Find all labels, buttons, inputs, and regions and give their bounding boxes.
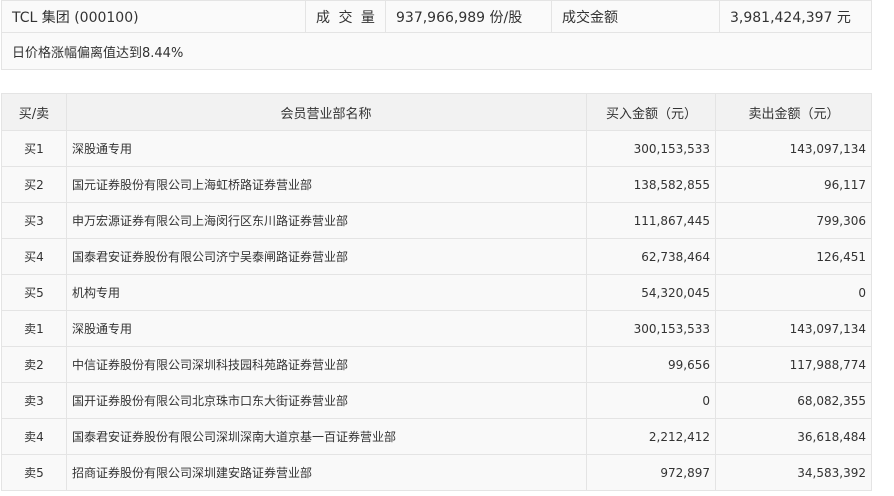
table-row: 卖1 深股通专用 300,153,533 143,097,134 — [1, 310, 872, 347]
row-broker-name: 深股通专用 — [66, 130, 587, 167]
row-broker-name: 国泰君安证券股份有限公司深圳深南大道京基一百证券营业部 — [66, 418, 587, 455]
volume-value: 937,966,989 份/股 — [385, 0, 552, 33]
volume-label: 成 交 量 — [305, 0, 386, 33]
row-buy-amount: 62,738,464 — [586, 238, 716, 275]
row-buy-amount: 972,897 — [586, 454, 716, 491]
row-broker-name: 机构专用 — [66, 274, 587, 311]
table-row: 卖4 国泰君安证券股份有限公司深圳深南大道京基一百证券营业部 2,212,412… — [1, 418, 872, 455]
header-side: 买/卖 — [1, 93, 67, 131]
row-side: 买2 — [1, 166, 67, 203]
table-row: 卖5 招商证券股份有限公司深圳建安路证券营业部 972,897 34,583,3… — [1, 454, 872, 491]
row-side: 买4 — [1, 238, 67, 275]
row-side: 卖2 — [1, 346, 67, 383]
row-sell-amount: 68,082,355 — [715, 382, 872, 419]
row-sell-amount: 117,988,774 — [715, 346, 872, 383]
row-broker-name: 国开证券股份有限公司北京珠市口东大街证券营业部 — [66, 382, 587, 419]
row-broker-name: 申万宏源证券有限公司上海闵行区东川路证券营业部 — [66, 202, 587, 239]
row-sell-amount: 0 — [715, 274, 872, 311]
amount-label: 成交金额 — [551, 0, 720, 33]
header-broker-name: 会员营业部名称 — [66, 93, 587, 131]
reason-row: 日价格涨幅偏离值达到8.44% — [1, 32, 872, 70]
row-buy-amount: 99,656 — [586, 346, 716, 383]
table-row: 买5 机构专用 54,320,045 0 — [1, 274, 872, 311]
row-broker-name: 中信证券股份有限公司深圳科技园科苑路证券营业部 — [66, 346, 587, 383]
lhb-page: TCL 集团 (000100) 成 交 量 937,966,989 份/股 成交… — [0, 0, 894, 496]
row-buy-amount: 300,153,533 — [586, 130, 716, 167]
row-buy-amount: 111,867,445 — [586, 202, 716, 239]
table-row: 卖3 国开证券股份有限公司北京珠市口东大街证券营业部 0 68,082,355 — [1, 382, 872, 419]
broker-table: 买/卖 会员营业部名称 买入金额（元） 卖出金额（元） 买1 深股通专用 300… — [1, 93, 872, 491]
trade-summary: TCL 集团 (000100) 成 交 量 937,966,989 份/股 成交… — [1, 0, 872, 70]
table-row: 买1 深股通专用 300,153,533 143,097,134 — [1, 130, 872, 167]
row-sell-amount: 34,583,392 — [715, 454, 872, 491]
row-buy-amount: 2,212,412 — [586, 418, 716, 455]
row-sell-amount: 96,117 — [715, 166, 872, 203]
row-sell-amount: 36,618,484 — [715, 418, 872, 455]
row-sell-amount: 143,097,134 — [715, 310, 872, 347]
row-buy-amount: 300,153,533 — [586, 310, 716, 347]
row-side: 卖1 — [1, 310, 67, 347]
row-side: 买5 — [1, 274, 67, 311]
row-broker-name: 国元证券股份有限公司上海虹桥路证券营业部 — [66, 166, 587, 203]
row-side: 卖5 — [1, 454, 67, 491]
row-buy-amount: 138,582,855 — [586, 166, 716, 203]
row-side: 卖3 — [1, 382, 67, 419]
amount-value: 3,981,424,397 元 — [719, 0, 872, 33]
stock-name: TCL 集团 (000100) — [1, 0, 306, 33]
table-row: 买3 申万宏源证券有限公司上海闵行区东川路证券营业部 111,867,445 7… — [1, 202, 872, 239]
row-side: 买3 — [1, 202, 67, 239]
row-sell-amount: 126,451 — [715, 238, 872, 275]
row-sell-amount: 143,097,134 — [715, 130, 872, 167]
table-row: 卖2 中信证券股份有限公司深圳科技园科苑路证券营业部 99,656 117,98… — [1, 346, 872, 383]
row-buy-amount: 54,320,045 — [586, 274, 716, 311]
table-row: 买4 国泰君安证券股份有限公司济宁吴泰闸路证券营业部 62,738,464 12… — [1, 238, 872, 275]
summary-row: TCL 集团 (000100) 成 交 量 937,966,989 份/股 成交… — [1, 0, 872, 33]
table-row: 买2 国元证券股份有限公司上海虹桥路证券营业部 138,582,855 96,1… — [1, 166, 872, 203]
table-header-row: 买/卖 会员营业部名称 买入金额（元） 卖出金额（元） — [1, 93, 872, 131]
listing-reason: 日价格涨幅偏离值达到8.44% — [1, 32, 872, 70]
row-side: 卖4 — [1, 418, 67, 455]
row-sell-amount: 799,306 — [715, 202, 872, 239]
row-buy-amount: 0 — [586, 382, 716, 419]
header-buy-amount: 买入金额（元） — [586, 93, 716, 131]
row-broker-name: 国泰君安证券股份有限公司济宁吴泰闸路证券营业部 — [66, 238, 587, 275]
row-side: 买1 — [1, 130, 67, 167]
row-broker-name: 深股通专用 — [66, 310, 587, 347]
header-sell-amount: 卖出金额（元） — [715, 93, 872, 131]
row-broker-name: 招商证券股份有限公司深圳建安路证券营业部 — [66, 454, 587, 491]
